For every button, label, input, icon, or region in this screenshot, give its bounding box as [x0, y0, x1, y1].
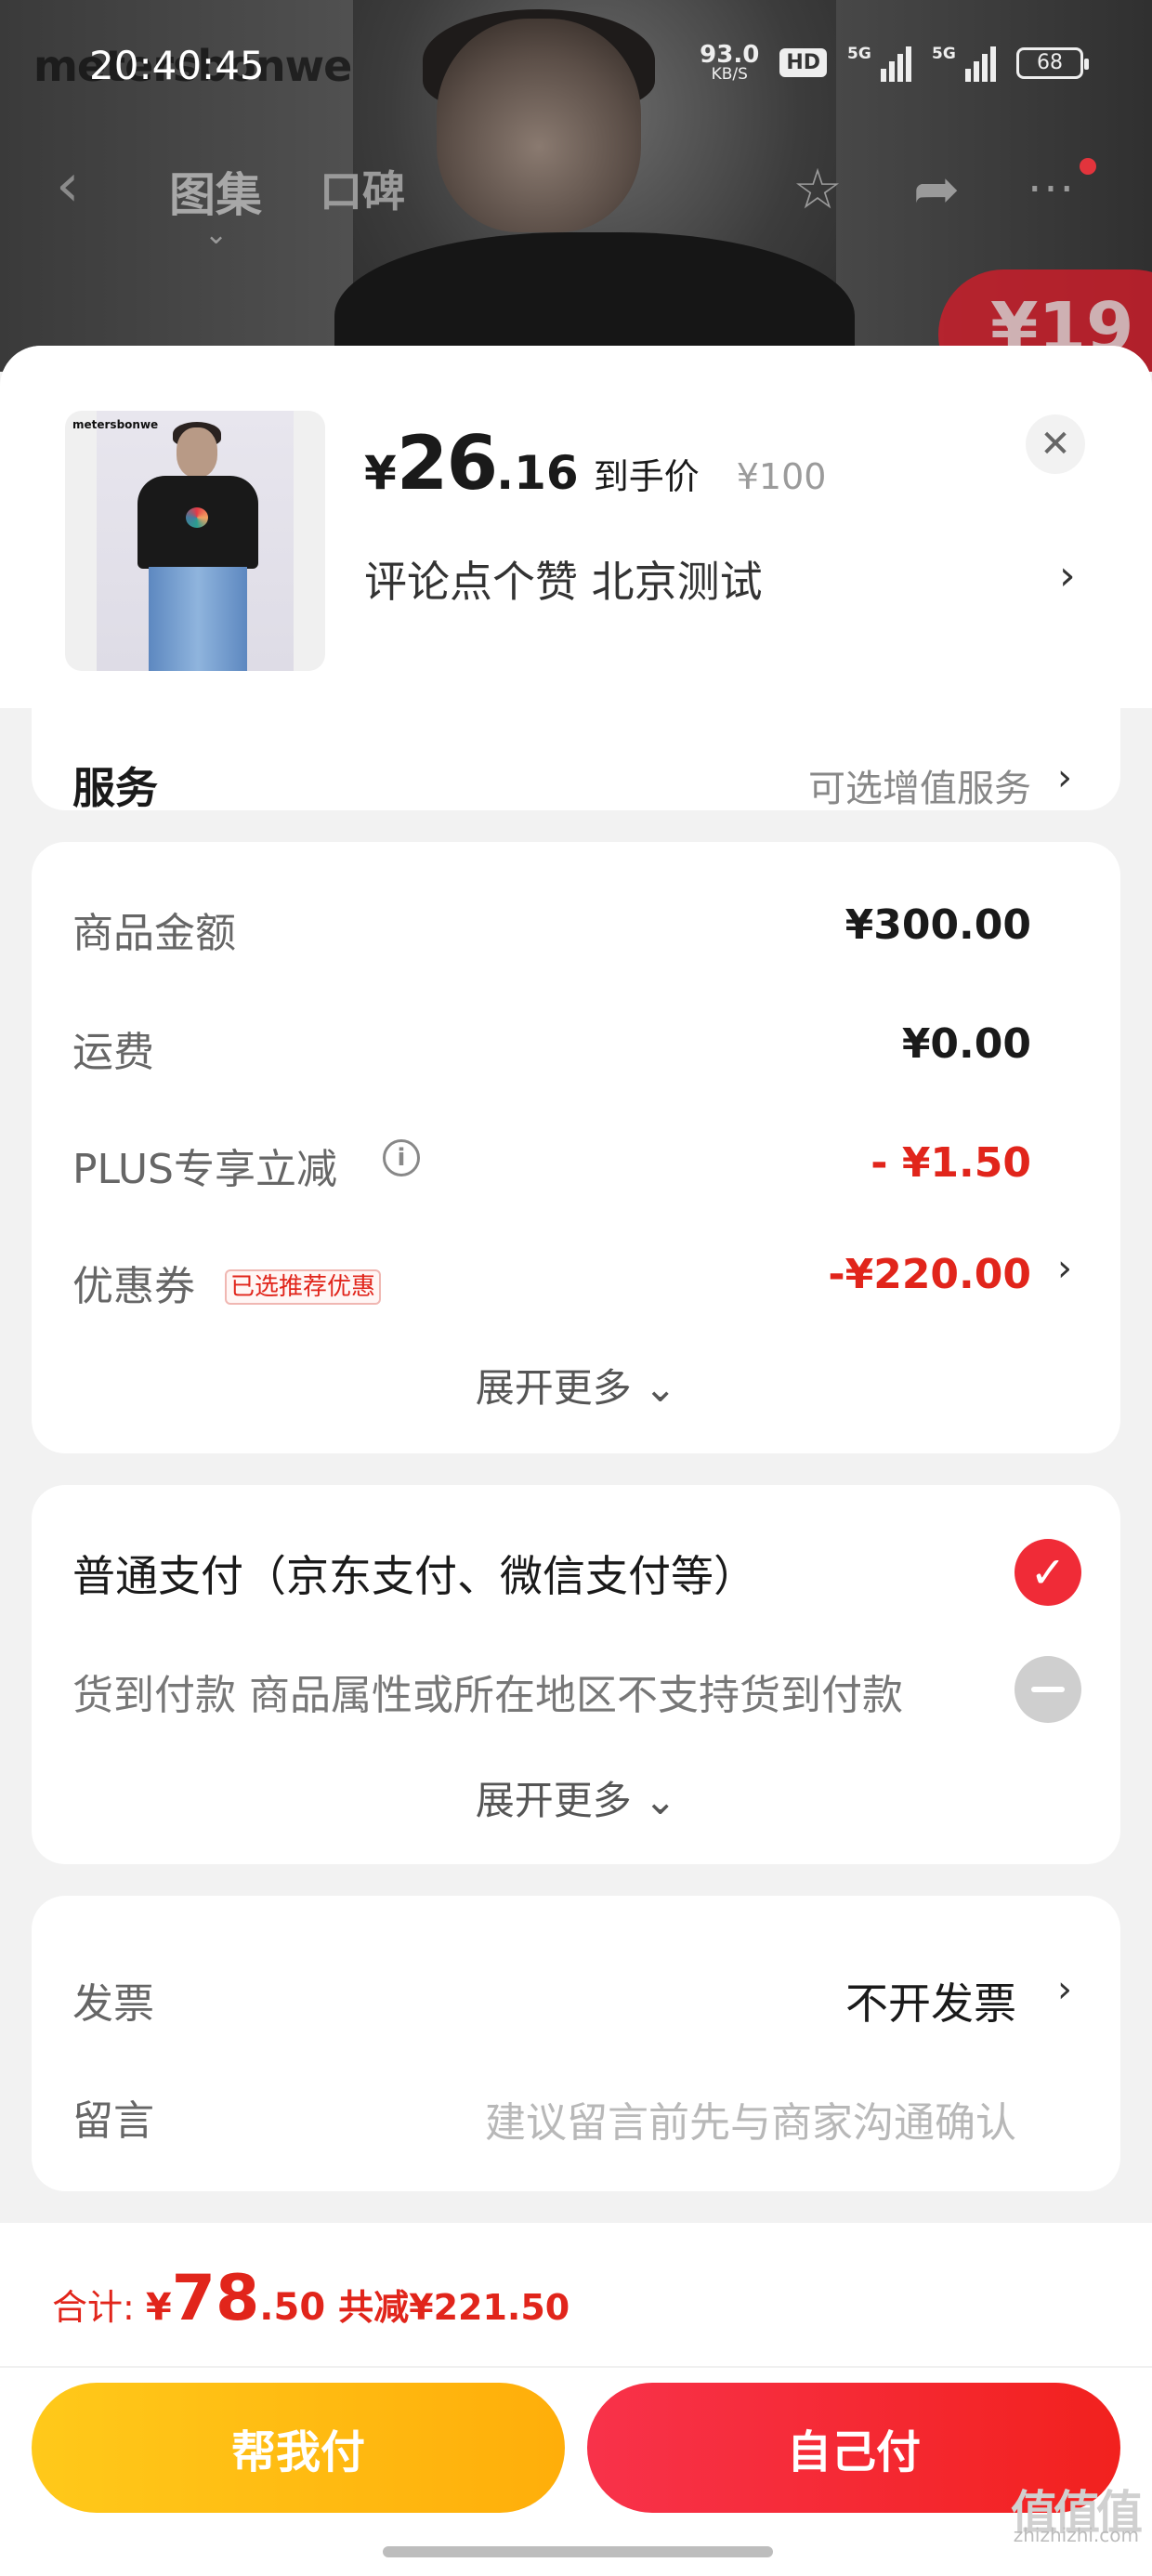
status-time: 20:40:45	[89, 43, 265, 88]
payment-option-online[interactable]: 普通支付（京东支付、微信支付等）	[72, 1543, 756, 1604]
battery-icon: 68	[1016, 46, 1089, 79]
close-button[interactable]: ✕	[1026, 414, 1085, 474]
expand-more-label: 展开更多	[475, 1778, 632, 1823]
goods-amount-value: ¥300.00	[844, 901, 1031, 949]
radio-disabled-icon	[1015, 1656, 1081, 1723]
network-speed-value: 93.0	[700, 41, 760, 69]
selected-spec[interactable]: 评论点个赞 北京测试	[364, 548, 763, 610]
memo-label: 留言	[72, 2097, 154, 2145]
more-icon[interactable]: ···	[1015, 152, 1089, 227]
tab-indicator: ⌄	[204, 218, 229, 251]
chevron-right-icon[interactable]: ›	[1057, 1968, 1072, 2011]
thumbnail-photo	[97, 411, 294, 671]
radio-checked-icon[interactable]: ✓	[1015, 1539, 1081, 1606]
chevron-left-icon[interactable]: ‹	[56, 156, 80, 216]
shipping-value: ¥0.00	[901, 1020, 1031, 1068]
price-symbol: ¥	[364, 446, 397, 500]
amount-card: 商品金额 ¥300.00 运费 ¥0.00 PLUS专享立减 i - ¥1.50…	[32, 842, 1120, 1453]
expand-more-label: 展开更多	[475, 1365, 632, 1411]
watermark-text: zhizhizhi.com	[1013, 2524, 1139, 2546]
thumbnail-brand: metersbonwe	[72, 418, 159, 431]
plus-discount-value: - ¥1.50	[871, 1139, 1031, 1187]
tab-reviews[interactable]: 口碑	[320, 158, 405, 219]
total-decimal: .50	[259, 2286, 326, 2329]
network-speed-unit: KB/S	[711, 65, 748, 84]
star-icon[interactable]: ☆	[780, 152, 855, 227]
checkout-bar: 合计: ¥ 78 .50 共减¥221.50 帮我付 自己付	[0, 2223, 1152, 2576]
product-summary-header: metersbonwe ¥ 26 .16 到手价 ¥100 评论点个赞 北京测试…	[0, 346, 1152, 708]
price-row: ¥ 26 .16 到手价 ¥100	[364, 420, 826, 506]
chevron-right-icon: ›	[1057, 756, 1072, 799]
share-icon[interactable]: ➦	[899, 152, 974, 227]
signal-label: 5G	[847, 44, 871, 63]
chevron-right-icon[interactable]: ›	[1057, 1247, 1072, 1290]
signal-icon: 5G	[847, 45, 911, 82]
invoice-value[interactable]: 不开发票	[845, 1970, 1016, 2031]
chevron-down-icon: ⌄	[631, 1365, 677, 1411]
signal-label-2: 5G	[932, 44, 956, 63]
total-row: 合计: ¥ 78 .50 共减¥221.50	[52, 2262, 569, 2335]
tab-gallery[interactable]: 图集	[169, 158, 262, 225]
close-icon: ✕	[1040, 423, 1071, 466]
product-nav-bar: ‹ 图集 ⌄ 口碑 ☆ ➦ ···	[0, 139, 1152, 251]
coupon-badge: 已选推荐优惠	[225, 1269, 382, 1305]
shipping-label: 运费	[72, 1029, 154, 1076]
expand-more-button[interactable]: 展开更多 ⌄	[32, 1357, 1120, 1413]
product-thumbnail[interactable]: metersbonwe	[65, 411, 325, 671]
info-icon[interactable]: i	[383, 1139, 420, 1176]
original-price: ¥100	[736, 456, 827, 497]
price-decimal: .16	[496, 446, 579, 500]
status-bar: 20:40:45 93.0 KB/S HD 5G 5G 68	[0, 0, 1152, 130]
coupon-value[interactable]: -¥220.00	[828, 1251, 1031, 1298]
help-pay-button[interactable]: 帮我付	[32, 2383, 565, 2513]
total-symbol: ¥	[145, 2286, 172, 2329]
service-label: 服务	[72, 763, 158, 813]
home-indicator[interactable]	[383, 2546, 773, 2557]
plus-discount-label: PLUS专享立减	[72, 1146, 337, 1193]
signal-icon-2: 5G	[932, 45, 996, 82]
notification-dot	[1080, 158, 1096, 175]
total-label: 合计:	[52, 2287, 135, 2328]
status-indicators: 93.0 KB/S HD 5G 5G 68	[700, 43, 1089, 83]
service-value: 可选增值服务	[808, 768, 1031, 810]
chevron-down-icon: ⌄	[631, 1778, 677, 1823]
memo-input[interactable]: 建议留言前先与商家沟通确认	[485, 2089, 1016, 2149]
hd-voice-icon: HD	[779, 48, 827, 77]
total-integer: 78	[171, 2262, 260, 2335]
network-speed: 93.0 KB/S	[700, 43, 759, 83]
payment-card: 普通支付（京东支付、微信支付等） ✓ 货到付款 商品属性或所在地区不支持货到付款…	[32, 1485, 1120, 1864]
divider	[0, 2366, 1152, 2368]
coupon-label: 优惠券	[72, 1263, 195, 1310]
payment-option-cod: 货到付款 商品属性或所在地区不支持货到付款	[72, 1672, 903, 1719]
invoice-label: 发票	[72, 1980, 154, 2028]
price-tag: 到手价	[593, 456, 700, 497]
total-savings: 共减¥221.50	[338, 2287, 570, 2328]
expand-more-button[interactable]: 展开更多 ⌄	[32, 1769, 1120, 1826]
price-integer: 26	[396, 420, 498, 506]
goods-amount-label: 商品金额	[72, 910, 236, 957]
chevron-right-icon[interactable]: ›	[1059, 552, 1076, 599]
invoice-card: 发票 不开发票 › 留言 建议留言前先与商家沟通确认	[32, 1896, 1120, 2191]
